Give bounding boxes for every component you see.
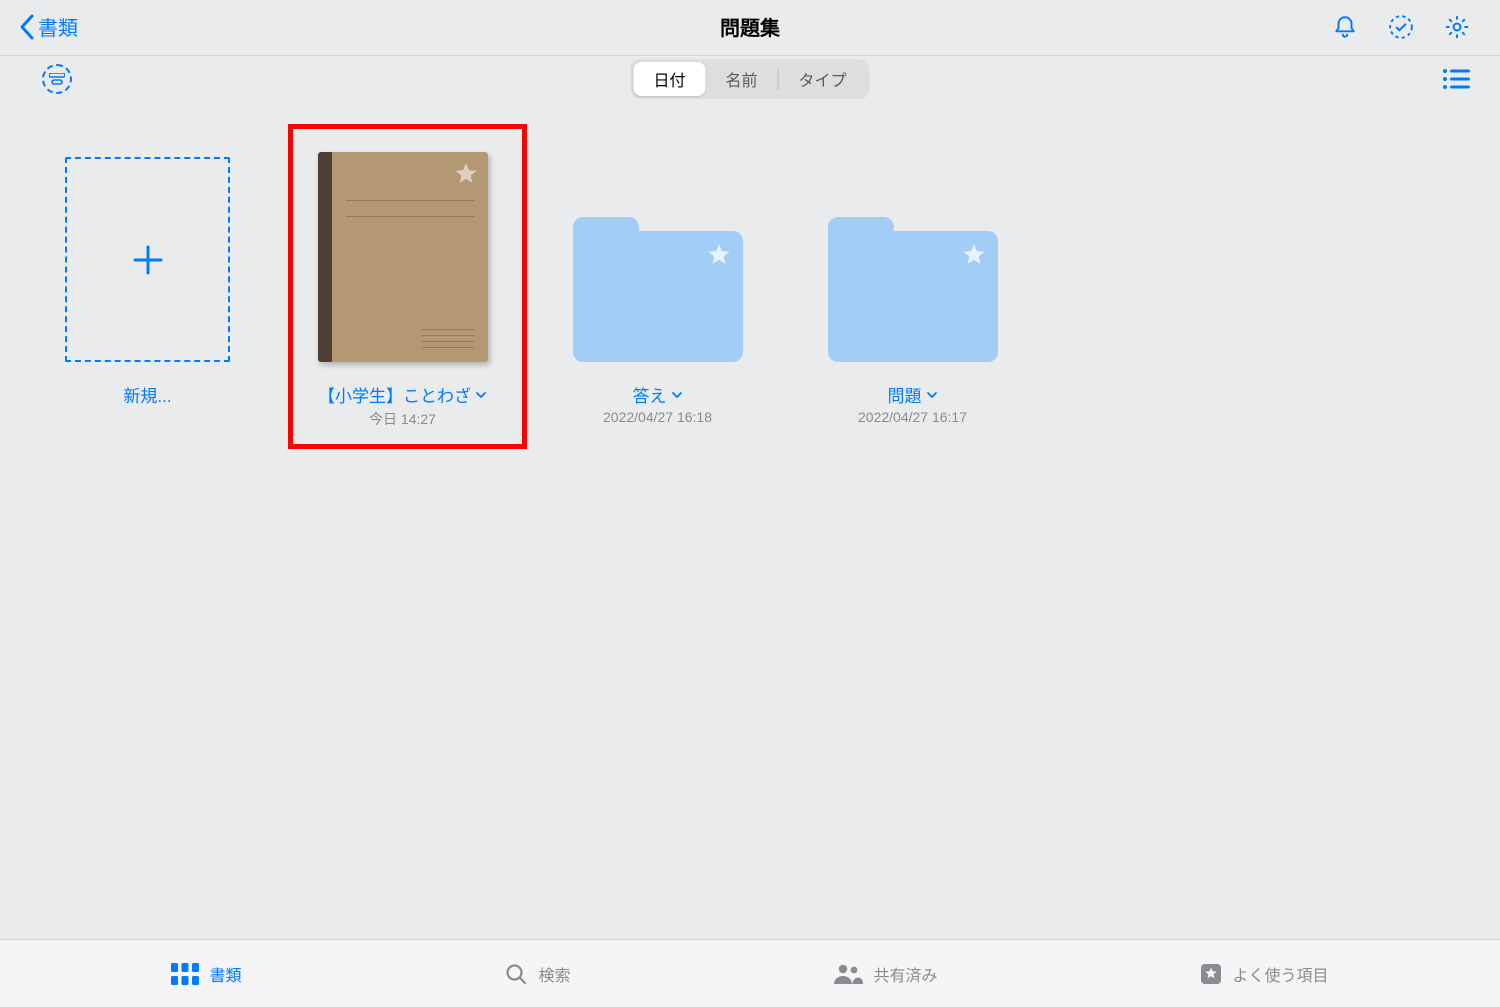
chevron-down-icon [475, 390, 487, 400]
tab-bookmark[interactable]: よく使う項目 [1200, 962, 1328, 986]
people-icon [833, 963, 863, 985]
star-icon [705, 241, 733, 269]
plus-icon [131, 243, 165, 277]
back-label: 書類 [38, 12, 78, 41]
item-title: 【小学生】ことわざ [318, 382, 471, 407]
header: 書類 問題集 [0, 0, 1500, 56]
item-title: 答え [633, 382, 667, 407]
item-subtitle: 2022/04/27 16:17 [858, 409, 967, 425]
item-title-row[interactable]: 答え [633, 382, 683, 407]
filter-icon [49, 73, 65, 85]
item-subtitle: 今日 14:27 [369, 409, 436, 429]
sort-seg-1[interactable]: 名前 [705, 62, 777, 96]
new-item-rect [65, 157, 230, 362]
new-item-label: 新規... [123, 382, 171, 407]
tab-grid[interactable]: 書類 [171, 962, 241, 986]
chevron-down-icon [926, 390, 938, 400]
item-title-row[interactable]: 【小学生】ことわざ [318, 382, 487, 407]
tabbar: 書類 検索 共有済み よく使う項目 [0, 939, 1500, 1007]
filter-button[interactable] [42, 64, 72, 94]
sort-seg-2[interactable]: タイプ [779, 62, 867, 96]
item-title-row[interactable]: 問題 [888, 382, 938, 407]
header-actions [1332, 14, 1470, 40]
folder-thumb [828, 217, 998, 362]
folder-thumb [573, 217, 743, 362]
notebook-thumb [318, 152, 488, 362]
sort-segmented: 日付名前タイプ [630, 59, 869, 99]
bell-icon[interactable] [1332, 14, 1358, 40]
notebook-item[interactable]: 【小学生】ことわざ今日 14:27 [310, 142, 495, 429]
page-title: 問題集 [720, 12, 780, 41]
folder-item[interactable]: 答え 2022/04/27 16:18 [565, 142, 750, 425]
tab-label: よく使う項目 [1232, 962, 1328, 986]
search-icon [504, 962, 528, 986]
chevron-left-icon [18, 13, 36, 41]
tab-label: 書類 [209, 962, 241, 986]
back-button[interactable]: 書類 [18, 12, 78, 41]
star-icon [960, 241, 988, 269]
chevron-down-icon [671, 390, 683, 400]
list-view-toggle[interactable] [1442, 68, 1470, 90]
tab-label: 検索 [538, 962, 570, 986]
tab-label: 共有済み [873, 962, 937, 986]
new-item[interactable]: 新規... . [55, 142, 240, 425]
grid-icon [171, 963, 199, 985]
tab-people[interactable]: 共有済み [833, 962, 937, 986]
bookmark-icon [1200, 963, 1222, 985]
sort-seg-0[interactable]: 日付 [633, 62, 705, 96]
gear-icon[interactable] [1444, 14, 1470, 40]
item-subtitle: 2022/04/27 16:18 [603, 409, 712, 425]
document-grid: 新規... . 【小学生】ことわざ今日 14:27 答え 2022/04/27 16… [0, 102, 1500, 939]
folder-item[interactable]: 問題 2022/04/27 16:17 [820, 142, 1005, 425]
toolbar: 日付名前タイプ [0, 56, 1500, 102]
list-icon [1442, 68, 1470, 90]
star-icon [452, 160, 480, 188]
check-circle-icon[interactable] [1388, 14, 1414, 40]
tab-search[interactable]: 検索 [504, 962, 570, 986]
item-title: 問題 [888, 382, 922, 407]
